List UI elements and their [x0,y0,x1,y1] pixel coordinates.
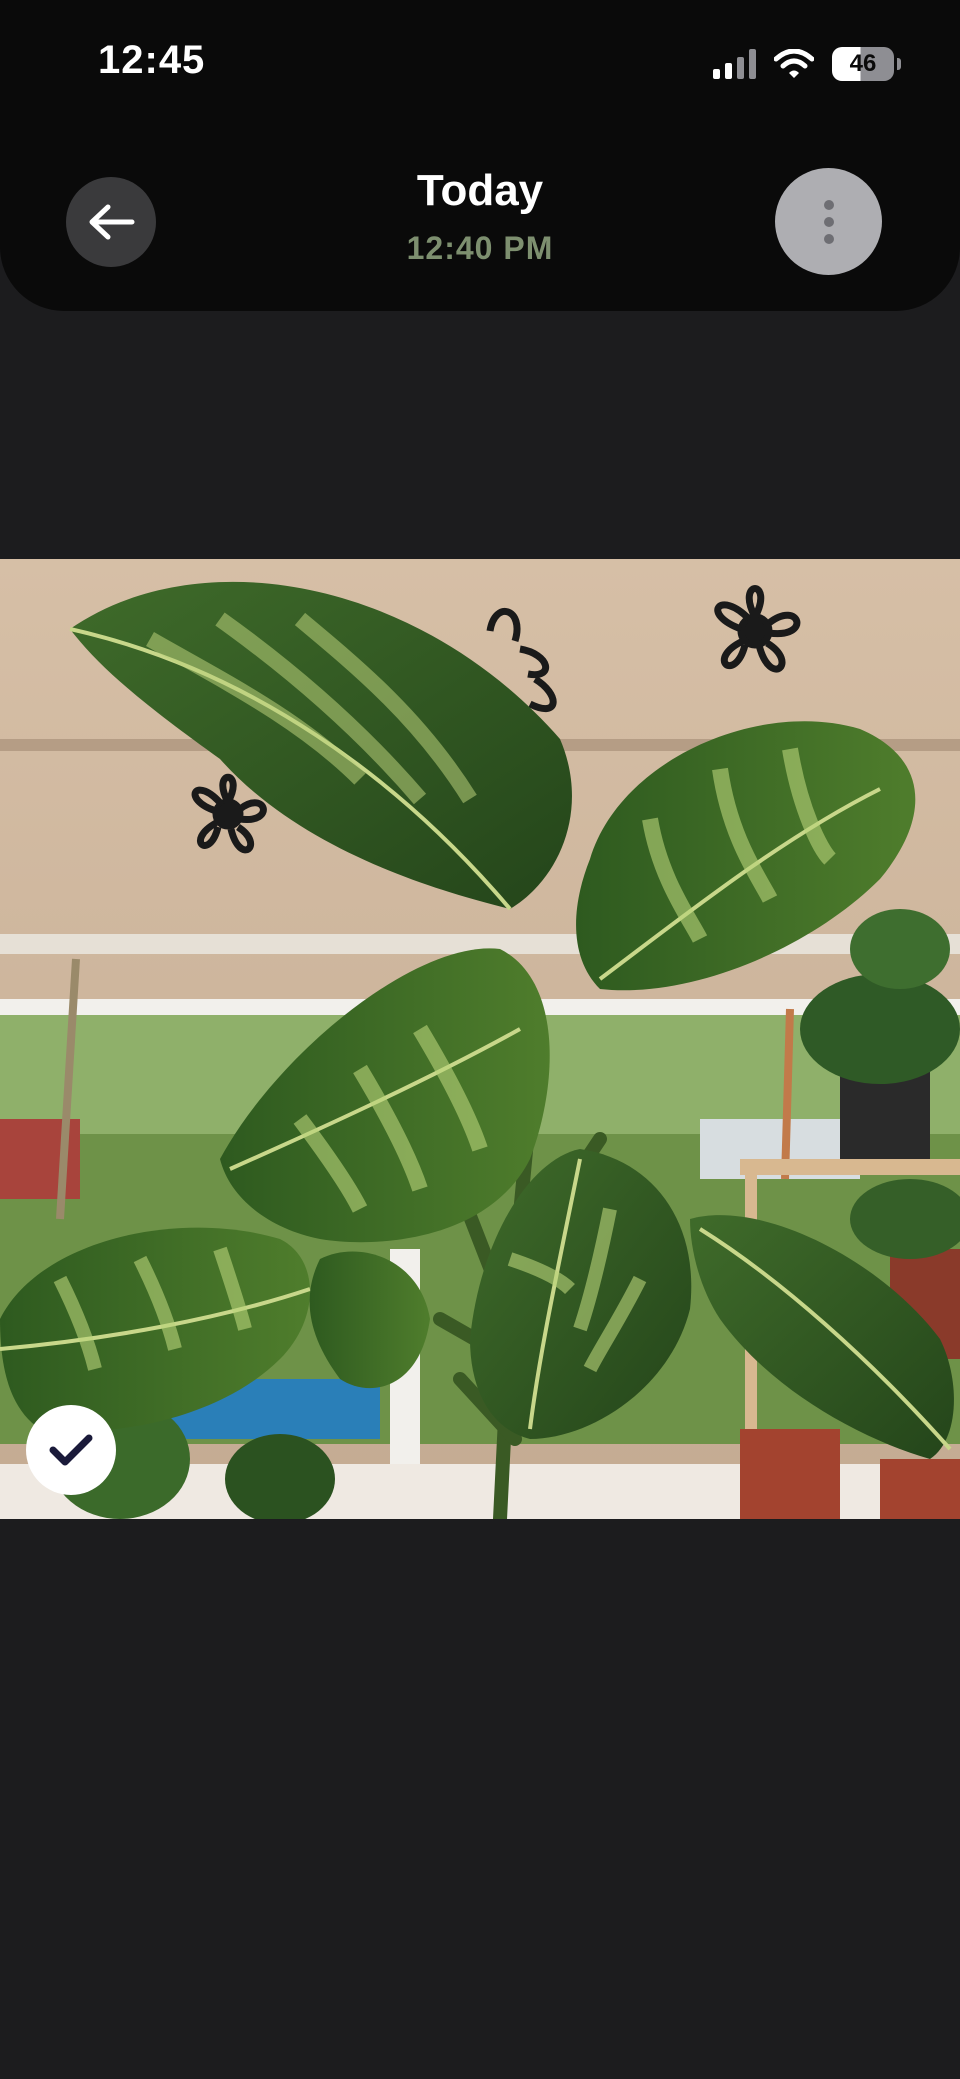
battery-tip [897,58,901,70]
checkmark-icon [49,1434,93,1466]
more-vertical-icon [823,199,834,244]
battery-icon: 46 [832,47,901,81]
plant-photo-image [0,559,960,1519]
plant-photo[interactable] [0,559,960,1519]
top-bar: 12:45 46 Today 12:40 PM [0,0,960,311]
cellular-signal-icon [713,49,756,79]
status-icons: 46 [713,44,901,84]
battery-level: 46 [849,50,877,77]
wifi-icon [774,49,814,78]
photo-viewer-screen: 12:45 46 Today 12:40 PM [0,0,960,2079]
status-time: 12:45 [98,38,206,82]
select-toggle-button[interactable] [26,1405,116,1495]
more-options-button[interactable] [775,168,882,275]
